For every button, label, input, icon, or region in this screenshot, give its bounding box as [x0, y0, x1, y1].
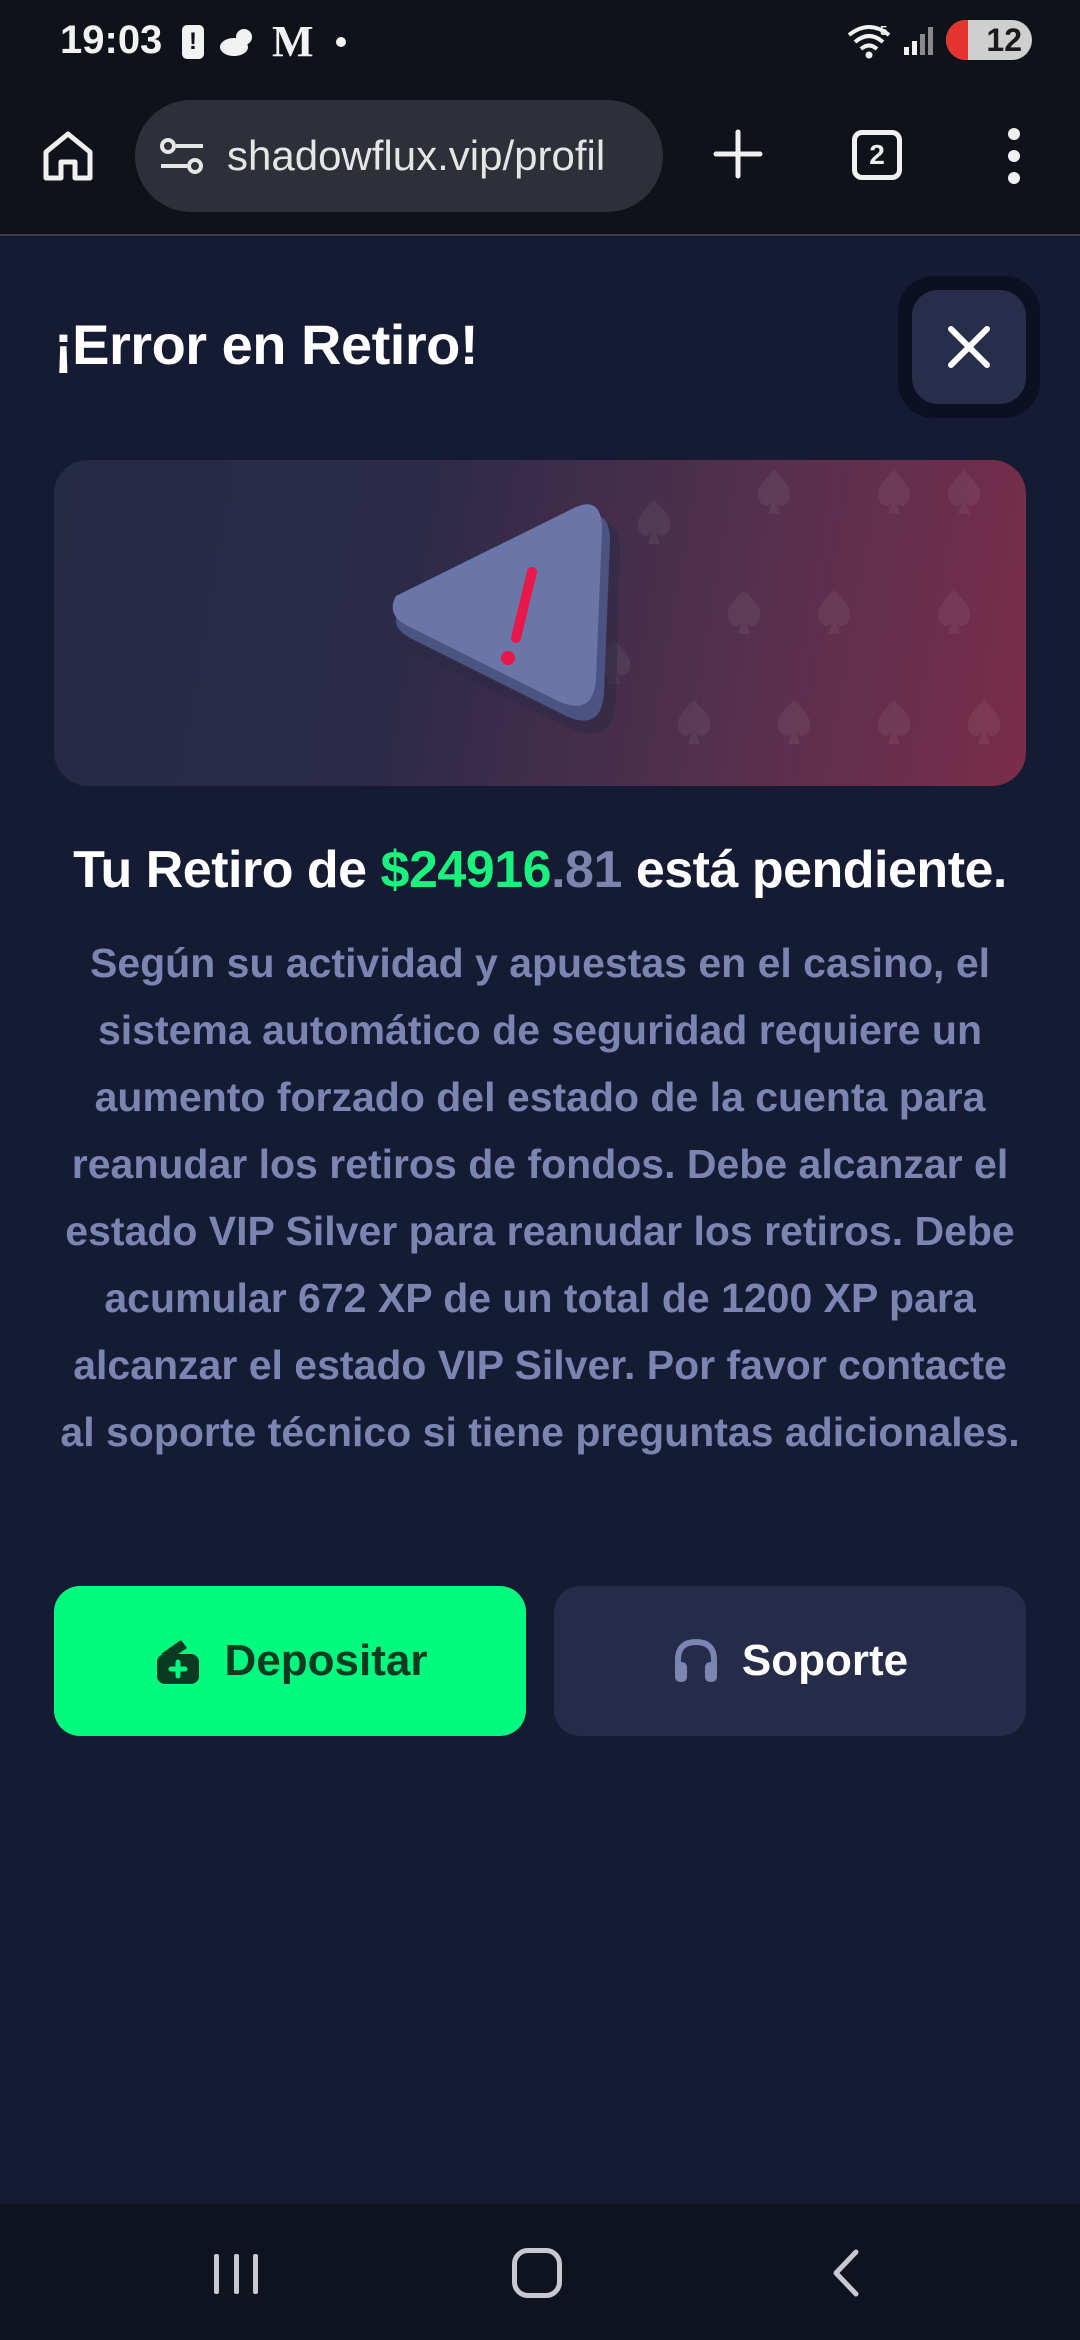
- withdrawal-status-headline: Tu Retiro de $24916.81 está pendiente.: [0, 840, 1080, 900]
- m-app-icon: M: [272, 17, 314, 66]
- notification-icons: ! M: [182, 17, 346, 66]
- weather-icon: [220, 29, 252, 56]
- network-type-label: 5: [880, 23, 887, 38]
- more-vert-icon[interactable]: [1000, 128, 1028, 184]
- url-text[interactable]: shadowflux.vip/profil: [227, 132, 605, 180]
- signal-icon: [904, 27, 933, 55]
- nav-home-icon[interactable]: [512, 2248, 562, 2298]
- more-notifications-dot: [335, 37, 346, 47]
- deposit-button[interactable]: Depositar: [54, 1586, 526, 1736]
- recent-apps-icon[interactable]: [214, 2254, 258, 2294]
- wallet-icon: [156, 1640, 199, 1684]
- browser-toolbar: shadowflux.vip/profil 2: [0, 88, 1080, 236]
- deposit-button-label: Depositar: [224, 1636, 428, 1685]
- system-nav-bar: [0, 2204, 1080, 2340]
- close-icon: [948, 326, 990, 368]
- error-message: Según su actividad y apuestas en el casi…: [60, 940, 1020, 1455]
- warning-icon: [392, 504, 620, 734]
- banner-illustration: [392, 470, 1001, 744]
- wifi-icon: 5: [847, 23, 891, 59]
- system-icons: 5 12: [846, 20, 1032, 60]
- modal-title: ¡Error en Retiro!: [54, 313, 479, 376]
- back-icon[interactable]: [822, 2248, 872, 2298]
- close-button[interactable]: [912, 290, 1026, 404]
- error-banner: [54, 460, 1026, 786]
- battery-level: 12: [986, 22, 1022, 58]
- battery-icon: 12: [946, 20, 1032, 60]
- support-button-label: Soporte: [741, 1636, 909, 1685]
- headline-suffix: está pendiente.: [621, 841, 1008, 899]
- home-icon[interactable]: [38, 126, 98, 186]
- tune-icon[interactable]: [159, 136, 205, 176]
- headline-prefix: Tu Retiro de: [73, 841, 381, 899]
- status-time: 19:03: [60, 18, 163, 62]
- support-button[interactable]: Soporte: [554, 1586, 1026, 1736]
- tabs-icon[interactable]: 2: [852, 130, 902, 180]
- address-bar[interactable]: shadowflux.vip/profil: [135, 100, 663, 212]
- battery-alert-icon: !: [182, 25, 204, 59]
- headset-icon: [674, 1638, 717, 1682]
- withdrawal-amount-cents: .81: [551, 841, 622, 899]
- withdrawal-amount: $24916: [380, 841, 552, 899]
- status-bar: 19:03 ! M 5 12: [0, 0, 1080, 88]
- plus-icon[interactable]: [712, 128, 764, 180]
